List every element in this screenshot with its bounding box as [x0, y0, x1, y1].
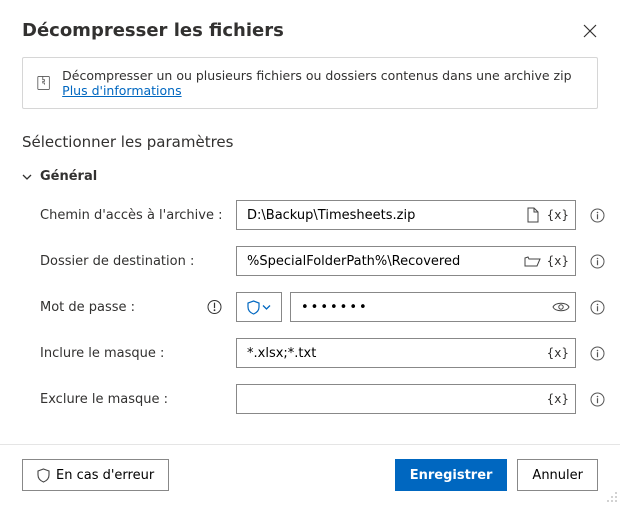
include-mask-label: Inclure le masque :	[40, 346, 236, 361]
file-icon	[526, 207, 540, 223]
group-general-label: Général	[40, 169, 97, 184]
banner-text: Décompresser un ou plusieurs fichiers ou…	[62, 68, 583, 98]
destination-info[interactable]	[584, 254, 610, 269]
info-icon	[590, 300, 605, 315]
file-picker-button[interactable]	[519, 201, 547, 229]
variable-button[interactable]: {x}	[547, 254, 575, 268]
variable-button[interactable]: {x}	[547, 208, 575, 222]
password-warning[interactable]	[207, 300, 222, 315]
close-icon	[583, 24, 597, 38]
password-info[interactable]	[584, 300, 610, 315]
chevron-down-icon	[22, 172, 32, 182]
eye-icon	[552, 301, 570, 313]
warning-icon	[207, 300, 222, 315]
destination-label: Dossier de destination :	[40, 254, 236, 269]
folder-open-icon	[524, 255, 541, 268]
group-general-toggle[interactable]: Général	[22, 169, 598, 184]
password-input[interactable]	[291, 293, 547, 321]
archive-path-input[interactable]	[237, 201, 519, 229]
on-error-button[interactable]: En cas d'erreur	[22, 459, 169, 491]
secure-input-mode[interactable]	[236, 292, 282, 322]
variable-button[interactable]: {x}	[547, 392, 575, 406]
archive-path-label: Chemin d'accès à l'archive :	[40, 208, 236, 223]
reveal-password-button[interactable]	[547, 293, 575, 321]
info-icon	[590, 392, 605, 407]
zip-icon	[37, 74, 50, 92]
resize-grip[interactable]	[606, 491, 618, 503]
info-icon	[590, 208, 605, 223]
dialog-title: Décompresser les fichiers	[22, 20, 284, 41]
password-label: Mot de passe :	[40, 300, 236, 315]
variable-button[interactable]: {x}	[547, 346, 575, 360]
include-mask-info[interactable]	[584, 346, 610, 361]
chevron-down-icon	[262, 303, 271, 312]
section-title: Sélectionner les paramètres	[22, 133, 598, 151]
banner-link[interactable]: Plus d'informations	[62, 83, 181, 98]
cancel-button[interactable]: Annuler	[517, 459, 598, 491]
info-banner: Décompresser un ou plusieurs fichiers ou…	[22, 57, 598, 109]
info-icon	[590, 346, 605, 361]
close-button[interactable]	[582, 23, 598, 39]
folder-picker-button[interactable]	[519, 247, 547, 275]
destination-input[interactable]	[237, 247, 519, 275]
info-icon	[590, 254, 605, 269]
exclude-mask-info[interactable]	[584, 392, 610, 407]
include-mask-input[interactable]	[237, 339, 547, 367]
archive-path-info[interactable]	[584, 208, 610, 223]
exclude-mask-input[interactable]	[237, 385, 547, 413]
shield-icon	[247, 300, 260, 315]
save-button[interactable]: Enregistrer	[395, 459, 508, 491]
exclude-mask-label: Exclure le masque :	[40, 392, 236, 407]
shield-icon	[37, 468, 50, 483]
